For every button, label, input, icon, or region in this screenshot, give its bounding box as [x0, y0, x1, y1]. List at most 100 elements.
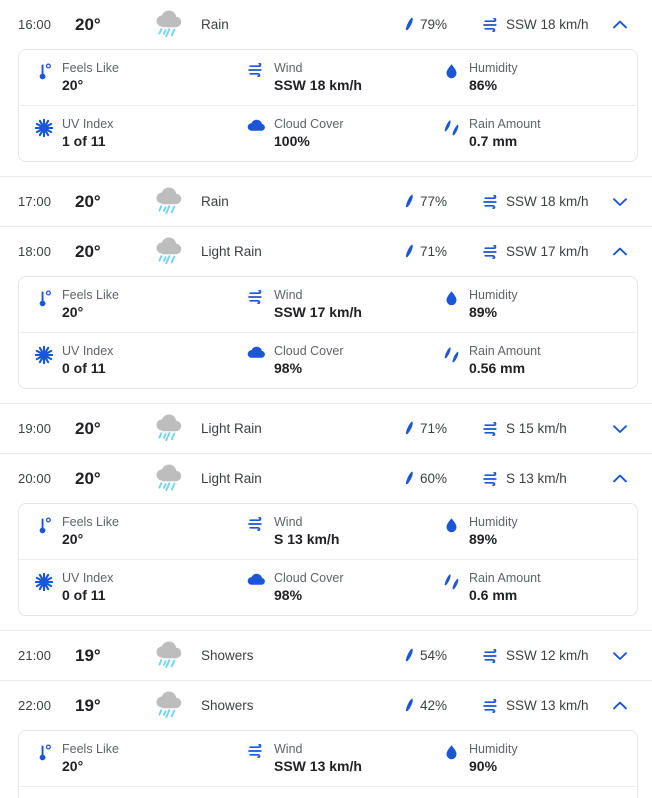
detail-label-cloud-cover: Cloud Cover: [274, 117, 344, 131]
forecast-hour-group: 21:00 19° Showers 54% SSW 12 km/h: [0, 631, 652, 681]
hour-time: 18:00: [18, 244, 52, 259]
detail-label-uv-index: UV Index: [62, 344, 114, 358]
forecast-hour-row[interactable]: 22:00 19° Showers 42% SSW 13 km/h: [0, 681, 652, 730]
rain-cloud-icon: [145, 186, 193, 218]
forecast-hour-row[interactable]: 16:00 20° Rain 79% SSW 18 km/h: [0, 0, 652, 49]
sun-burst-icon: [35, 344, 53, 364]
chevron-up-icon[interactable]: [600, 18, 640, 32]
hour-wind: SSW 17 km/h: [482, 244, 600, 259]
detail-label-feels-like: Feels Like: [62, 288, 119, 302]
wind-lines-icon: [247, 515, 265, 531]
rain-cloud-icon: [145, 413, 193, 445]
detail-value-cloud-cover: 98%: [274, 587, 303, 603]
hour-time: 17:00: [18, 194, 52, 209]
detail-cell-humidity: Humidity 86%: [426, 61, 637, 94]
detail-value-cloud-cover: 98%: [274, 360, 303, 376]
raindrop-icon: [404, 471, 415, 486]
detail-label-rain-amount: Rain Amount: [469, 117, 541, 131]
detail-value-cloud-cover: 100%: [274, 133, 310, 149]
detail-cell-wind: Wind SSW 18 km/h: [231, 61, 426, 94]
detail-cell-feels-like: Feels Like 20°: [19, 742, 231, 775]
rain-cloud-icon: [145, 690, 193, 722]
wind-lines-icon: [482, 698, 500, 713]
wind-lines-icon: [247, 742, 265, 758]
detail-value-humidity: 90%: [469, 758, 498, 774]
detail-value-wind: SSW 13 km/h: [274, 758, 362, 774]
hour-wind: S 13 km/h: [482, 471, 600, 486]
detail-row: Feels Like 20° Wind SSW 13 km/h Humidity 90%: [19, 731, 637, 787]
raindrop-icon: [404, 194, 415, 209]
detail-label-humidity: Humidity: [469, 515, 518, 529]
wind-lines-icon: [482, 471, 500, 486]
chevron-up-icon[interactable]: [600, 699, 640, 713]
hour-precipitation: 71%: [404, 421, 482, 436]
forecast-hour-row[interactable]: 19:00 20° Light Rain 71% S 15 km/h: [0, 404, 652, 453]
wind-lines-icon: [482, 244, 500, 259]
hour-precipitation: 54%: [404, 648, 482, 663]
detail-cell-cloud-cover: Cloud Cover 100%: [231, 117, 426, 150]
detail-cell-cloud-cover: Cloud Cover 98%: [231, 344, 426, 377]
detail-cell-wind: Wind SSW 13 km/h: [231, 742, 426, 775]
detail-label-humidity: Humidity: [469, 61, 518, 75]
wind-lines-icon: [482, 17, 500, 32]
hour-temperature: 20°: [75, 418, 101, 438]
detail-cell-feels-like: Feels Like 20°: [19, 61, 231, 94]
forecast-hour-group: 18:00 20° Light Rain 71% SSW 17 km/h Feels Li…: [0, 227, 652, 404]
forecast-hour-group: 22:00 19° Showers 42% SSW 13 km/h Feels Like 2…: [0, 681, 652, 798]
forecast-hour-group: 19:00 20° Light Rain 71% S 15 km/h: [0, 404, 652, 454]
detail-label-humidity: Humidity: [469, 288, 518, 302]
detail-label-wind: Wind: [274, 742, 303, 756]
detail-value-humidity: 89%: [469, 304, 498, 320]
chevron-down-icon[interactable]: [600, 422, 640, 436]
detail-label-rain-amount: Rain Amount: [469, 344, 541, 358]
forecast-hour-row[interactable]: 18:00 20° Light Rain 71% SSW 17 km/h: [0, 227, 652, 276]
chevron-down-icon[interactable]: [600, 649, 640, 663]
wind-value: SSW 18 km/h: [506, 194, 589, 209]
wind-value: S 15 km/h: [506, 421, 567, 436]
rain-cloud-icon: [145, 9, 193, 41]
detail-label-cloud-cover: Cloud Cover: [274, 571, 344, 585]
detail-value-uv-index: 0 of 11: [62, 360, 106, 376]
thermometer-icon: [35, 61, 53, 81]
cloud-filled-icon: [247, 344, 265, 359]
hour-time: 19:00: [18, 421, 52, 436]
detail-value-feels-like: 20°: [62, 77, 84, 93]
detail-cell-wind: Wind S 13 km/h: [231, 515, 426, 548]
thermometer-icon: [35, 742, 53, 762]
rain-cloud-icon: [145, 463, 193, 495]
chevron-down-icon[interactable]: [600, 195, 640, 209]
wind-lines-icon: [247, 288, 265, 304]
raindrop-icon: [404, 244, 415, 259]
hour-temperature: 20°: [75, 191, 101, 211]
detail-cell-rain-amount: Rain Amount 0.6 mm: [426, 571, 637, 604]
detail-label-humidity: Humidity: [469, 742, 518, 756]
detail-cell-humidity: Humidity 89%: [426, 515, 637, 548]
hour-wind: SSW 18 km/h: [482, 194, 600, 209]
hour-condition: Light Rain: [201, 421, 262, 436]
detail-cell-humidity: Humidity 90%: [426, 742, 637, 775]
sun-burst-icon: [35, 117, 53, 137]
forecast-hour-row[interactable]: 20:00 20° Light Rain 60% S 13 km/h: [0, 454, 652, 503]
water-drop-icon: [442, 288, 460, 307]
chevron-up-icon[interactable]: [600, 245, 640, 259]
detail-row: UV Index 0 of 11 Cloud Cover 98% Rain Amount…: [19, 333, 637, 388]
rain-cloud-icon: [145, 640, 193, 672]
hour-wind: SSW 13 km/h: [482, 698, 600, 713]
rain-cloud-icon: [145, 236, 193, 268]
hour-detail-card: Feels Like 20° Wind S 13 km/h Humidity 89% UV …: [18, 503, 638, 616]
water-drop-icon: [442, 515, 460, 534]
hour-precipitation: 79%: [404, 17, 482, 32]
hour-precipitation: 60%: [404, 471, 482, 486]
detail-value-uv-index: 0 of 11: [62, 587, 106, 603]
hour-detail-card: Feels Like 20° Wind SSW 18 km/h Humidity 86% U…: [18, 49, 638, 162]
forecast-hour-row[interactable]: 17:00 20° Rain 77% SSW 18 km/h: [0, 177, 652, 226]
hour-condition: Showers: [201, 648, 254, 663]
detail-label-rain-amount: Rain Amount: [469, 571, 541, 585]
detail-value-feels-like: 20°: [62, 304, 84, 320]
hour-precipitation: 71%: [404, 244, 482, 259]
detail-row: Feels Like 20° Wind SSW 17 km/h Humidity 89%: [19, 277, 637, 333]
chevron-up-icon[interactable]: [600, 472, 640, 486]
forecast-hour-row[interactable]: 21:00 19° Showers 54% SSW 12 km/h: [0, 631, 652, 680]
precipitation-value: 77%: [420, 194, 448, 209]
detail-cell-humidity: Humidity 89%: [426, 288, 637, 321]
